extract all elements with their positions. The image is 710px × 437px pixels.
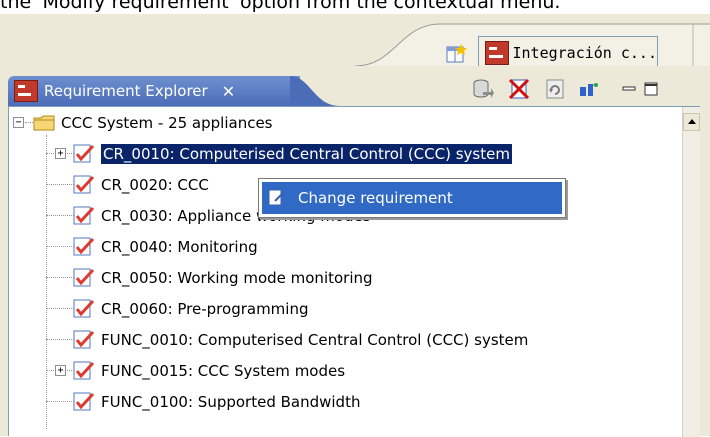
tree-item[interactable]: FUNC_0100: Supported Bandwidth [73,386,360,417]
change-requirement-menu-item[interactable]: Change requirement [262,182,562,214]
caption-text: the 'Modify requirement' option from the… [0,0,561,13]
requirement-check-icon [73,237,95,255]
perspective-toolbar: Integración c... [0,14,710,70]
folder-icon [33,115,55,130]
delete-requirement-icon[interactable] [508,78,530,100]
maximize-icon[interactable] [644,82,658,96]
context-menu: Change requirement [258,178,566,218]
tree-connector [46,135,47,429]
tree-item-label: CR_0050: Working mode monitoring [101,268,373,287]
refresh-icon[interactable] [544,78,566,100]
tree-item[interactable]: CR_0040: Monitoring [73,231,258,262]
requirement-check-icon [73,175,95,193]
tree-item-label: CR_0060: Pre-programming [101,299,309,318]
tree-item[interactable]: FUNC_0015: CCC System modes [73,355,345,386]
requirement-check-icon [73,268,95,286]
minimize-icon[interactable] [622,82,636,96]
tree-item[interactable]: CR_0020: CCC [73,169,209,200]
open-perspective-icon[interactable] [446,44,468,64]
requirement-explorer-view: Requirement Explorer ✕ − CCC System - 25… [0,66,710,437]
scroll-up-button[interactable] [683,113,700,131]
tree-item-label: CR_0020: CCC [101,175,209,194]
requirement-check-icon [73,392,95,410]
expand-toggle[interactable]: + [55,365,66,376]
collapse-toggle[interactable]: − [13,117,24,128]
requirement-check-icon [73,206,95,224]
requirement-check-icon [73,299,95,317]
expand-toggle[interactable]: + [55,148,66,159]
tree-root[interactable]: CCC System - 25 appliances [33,107,273,138]
tree-item-label: FUNC_0100: Supported Bandwidth [101,392,361,411]
tree-item[interactable]: CR_0050: Working mode monitoring [73,262,373,293]
requirement-tree: − CCC System - 25 appliances + CR_0010: … [8,106,700,437]
database-sync-icon[interactable] [472,78,494,100]
requirement-explorer-icon [14,80,38,102]
perspective-label: Integración c... [512,44,658,62]
tree-item[interactable]: FUNC_0010: Computerised Central Control … [73,324,528,355]
close-view-button[interactable]: ✕ [222,82,235,101]
tree-item-label: CR_0040: Monitoring [101,237,258,256]
requirement-perspective-icon [485,41,509,65]
perspective-button[interactable]: Integración c... [478,36,658,70]
tab-curve [290,76,340,106]
tree-root-label: CCC System - 25 appliances [61,113,273,132]
change-requirement-label: Change requirement [298,189,453,207]
tree-item[interactable]: CR_0060: Pre-programming [73,293,309,324]
view-tabbar: Requirement Explorer ✕ [0,66,710,106]
requirement-check-icon [73,361,95,379]
requirement-check-icon [73,144,95,162]
edit-document-icon [268,189,284,206]
view-title: Requirement Explorer [44,82,208,100]
tree-item-label: FUNC_0015: CCC System modes [101,361,346,380]
requirement-check-icon [73,330,95,348]
tree-item[interactable]: CR_0010: Computerised Central Control (C… [73,138,512,169]
vertical-scrollbar[interactable] [682,107,700,437]
tree-item-label: FUNC_0010: Computerised Central Control … [101,330,529,349]
tree-item-label: CR_0010: Computerised Central Control (C… [101,143,512,164]
view-tab[interactable]: Requirement Explorer ✕ [8,76,300,106]
hierarchy-link-icon[interactable] [578,78,600,100]
